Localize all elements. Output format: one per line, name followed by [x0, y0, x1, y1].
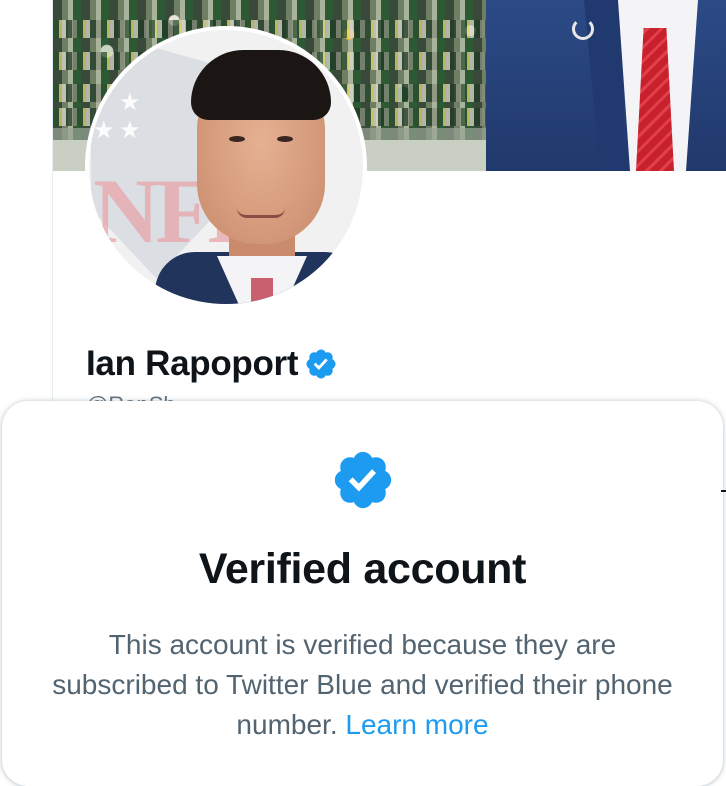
- earpiece-icon: [572, 18, 594, 40]
- avatar-photo: ★ ★ ★ NFL: [89, 30, 363, 304]
- verified-account-popover: Verified account This account is verifie…: [2, 401, 723, 786]
- star-icon: ★: [93, 117, 115, 144]
- star-icon: ★: [119, 89, 141, 116]
- star-icon: ★: [119, 117, 141, 144]
- verified-check-icon[interactable]: [304, 347, 338, 381]
- profile-page: ★ ★ ★ NFL Ian Rapoport @RapSh Verifi: [0, 0, 726, 786]
- avatar-mouth: [237, 208, 285, 218]
- popover-description: This account is verified because they ar…: [42, 625, 683, 745]
- popover-title: Verified account: [198, 545, 527, 593]
- avatar-eye: [229, 136, 245, 142]
- verified-check-icon: [334, 451, 392, 509]
- profile-name-row: Ian Rapoport: [86, 344, 338, 384]
- avatar-eye: [277, 136, 293, 142]
- avatar-tie: [251, 278, 273, 304]
- profile-avatar[interactable]: ★ ★ ★ NFL: [85, 26, 367, 308]
- learn-more-link[interactable]: Learn more: [345, 709, 488, 740]
- profile-display-name: Ian Rapoport: [86, 344, 299, 383]
- edge-divider: [721, 490, 726, 492]
- avatar-hair: [191, 50, 331, 120]
